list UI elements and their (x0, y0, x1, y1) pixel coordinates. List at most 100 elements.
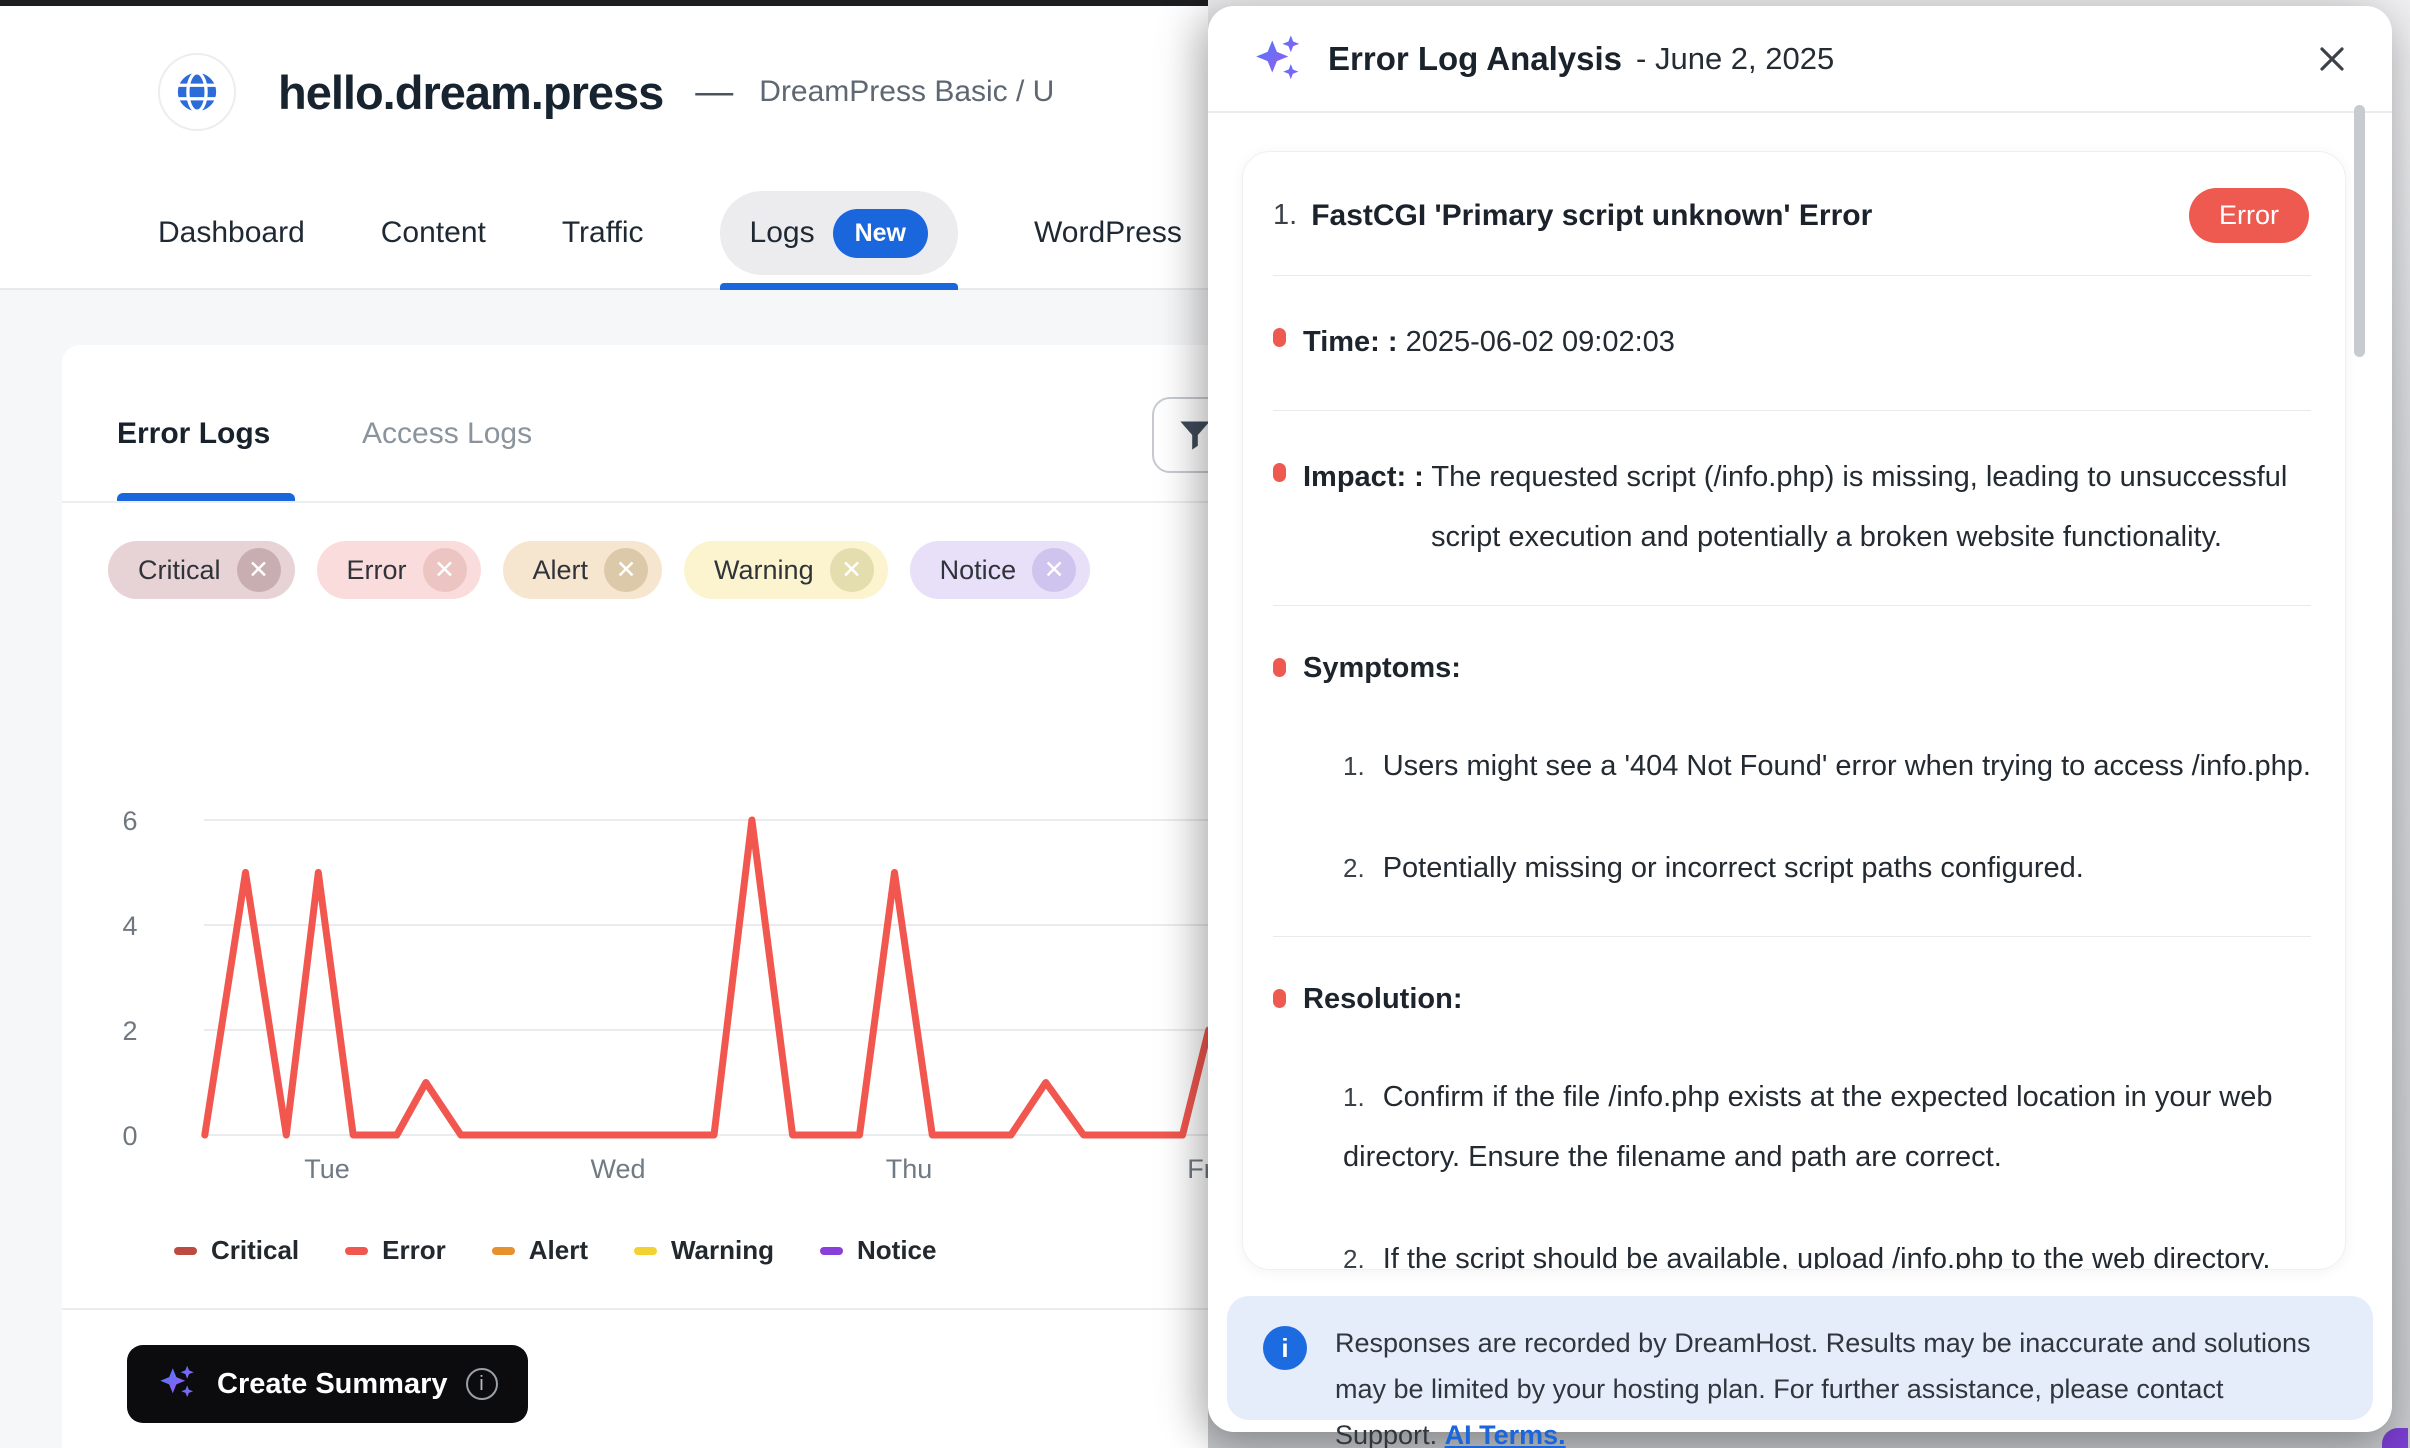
ai-sparkles-icon (160, 1365, 194, 1398)
ai-terms-link[interactable]: AI Terms. (1445, 1420, 1566, 1448)
item-number: 1. (1343, 1082, 1365, 1112)
chip-remove-icon[interactable]: ✕ (236, 548, 281, 592)
bullet-dot (1273, 989, 1286, 1008)
analysis-section: Impact: : The requested script (/info.ph… (1273, 447, 2321, 567)
error-analysis-drawer: Error Log Analysis - June 2, 2025 1. Fas… (1208, 6, 2392, 1448)
logs-card: Error Logs Access Logs Critical ✕ Error ✕ Al… (62, 345, 1312, 1448)
chart-legend: Critical Error Alert Warning Notice (174, 1235, 936, 1266)
active-tab-pill[interactable]: Logs New (719, 191, 958, 275)
legend-label: Notice (857, 1235, 937, 1265)
legend-label: Error (382, 1235, 446, 1265)
nav-tab-traffic[interactable]: Traffic (562, 178, 644, 288)
section-text: Time: : 2025-06-02 09:02:03 (1303, 326, 1675, 358)
section-label: Resolution: (1303, 983, 1463, 1015)
app-window: hello.dream.press — DreamPress Basic / U… (0, 0, 2410, 1448)
site-avatar (158, 53, 236, 131)
divider (1273, 605, 2311, 606)
item-text: If the script should be available, uploa… (1382, 1243, 2271, 1270)
globe-icon (177, 71, 217, 113)
item-text: Potentially missing or incorrect script … (1382, 852, 2084, 884)
item-number: 1. (1343, 751, 1365, 781)
legend-item-critical: Critical (174, 1235, 299, 1266)
legend-label: Warning (670, 1235, 775, 1265)
tab-error-logs[interactable]: Error Logs (117, 417, 270, 451)
nav-tab-logs[interactable]: Logs New (719, 178, 959, 290)
legend-item-warning: Warning (633, 1235, 775, 1266)
filter-chip-critical[interactable]: Critical ✕ (108, 541, 295, 599)
y-tick-label: 6 (122, 806, 137, 836)
disclaimer-banner: i Responses are recorded by DreamHost. R… (1227, 1296, 2373, 1448)
divider (1273, 275, 2311, 276)
legend-label: Critical (211, 1235, 300, 1265)
item-number: 1. (1273, 199, 1298, 231)
drawer-subtitle: - June 2, 2025 (1636, 40, 1835, 76)
legend-swatch (633, 1246, 657, 1255)
y-tick-label: 2 (122, 1016, 137, 1046)
nav-tab-wordpress[interactable]: WordPress (1034, 178, 1182, 288)
bullet-dot (1273, 328, 1286, 347)
info-icon[interactable]: i (465, 1368, 498, 1400)
ai-sparkles-icon (1256, 34, 1300, 79)
info-icon: i (1263, 1326, 1307, 1370)
analysis-section: Time: : 2025-06-02 09:02:03 (1273, 312, 2321, 372)
legend-item-alert: Alert (491, 1235, 588, 1266)
nav-tab-dashboard[interactable]: Dashboard (158, 178, 305, 288)
divider (62, 501, 1312, 503)
page-title: hello.dream.press (278, 65, 664, 119)
chip-remove-icon[interactable]: ✕ (422, 548, 467, 592)
chip-label: Warning (714, 554, 814, 585)
section-label: Symptoms: (1303, 652, 1461, 684)
chip-label: Error (346, 554, 407, 585)
close-icon (2320, 46, 2344, 71)
chip-label: Critical (138, 554, 221, 585)
legend-label: Alert (528, 1235, 588, 1265)
severity-filter-chips: Critical ✕ Error ✕ Alert ✕ Warning ✕ Notice ✕ (108, 541, 1091, 599)
legend-swatch (820, 1246, 844, 1255)
divider (1273, 936, 2311, 937)
analysis-section: Resolution: 1. Confirm if the file /info.p… (1273, 973, 2321, 1270)
breadcrumb: DreamPress Basic / U (759, 75, 1055, 108)
series-line-error (201, 816, 1213, 1139)
divider (1273, 410, 2311, 411)
analysis-title-row: 1. FastCGI 'Primary script unknown' Erro… (1273, 188, 2321, 243)
x-tick-label: Tue (304, 1154, 350, 1184)
tab-access-logs[interactable]: Access Logs (362, 417, 532, 451)
drawer-header: Error Log Analysis - June 2, 2025 (1208, 6, 2392, 113)
item-text: Confirm if the file /info.php exists at … (1343, 1081, 2273, 1173)
filter-chip-alert[interactable]: Alert ✕ (502, 541, 663, 599)
numbered-item: 2. Potentially missing or incorrect scrip… (1343, 838, 2321, 898)
chip-remove-icon[interactable]: ✕ (829, 548, 874, 592)
numbered-item: 2. If the script should be available, upl… (1343, 1229, 2321, 1270)
analysis-card: 1. FastCGI 'Primary script unknown' Erro… (1242, 151, 2346, 1270)
y-tick-label: 0 (122, 1121, 137, 1151)
chip-label: Alert (532, 554, 589, 585)
drawer-title: Error Log Analysis (1328, 39, 1623, 77)
severity-badge: Error (2189, 188, 2309, 243)
item-number: 2. (1343, 853, 1365, 883)
title-separator: — (695, 70, 734, 113)
filter-chip-warning[interactable]: Warning ✕ (684, 541, 888, 599)
x-tick-label: Wed (590, 1154, 645, 1184)
chat-button-corner (2382, 1428, 2408, 1448)
create-summary-button[interactable]: Create Summary i (127, 1345, 528, 1423)
error-frequency-chart: 0246Tue Wed Thu Fr (122, 806, 1298, 1184)
legend-item-error: Error (345, 1235, 446, 1266)
item-number: 2. (1343, 1244, 1365, 1270)
chip-remove-icon[interactable]: ✕ (1032, 548, 1077, 592)
chip-remove-icon[interactable]: ✕ (604, 548, 649, 592)
filter-chip-notice[interactable]: Notice ✕ (909, 541, 1091, 599)
item-text: Users might see a '404 Not Found' error … (1382, 750, 2311, 782)
filter-chip-error[interactable]: Error ✕ (316, 541, 481, 599)
x-tick-label: Thu (886, 1154, 933, 1184)
close-button[interactable] (2316, 43, 2348, 75)
legend-swatch (174, 1246, 197, 1255)
legend-swatch (345, 1246, 369, 1255)
analysis-section: Symptoms: 1. Users might see a '404 Not Fo… (1273, 642, 2321, 898)
new-badge: New (832, 208, 928, 258)
scrollbar-thumb[interactable] (2354, 105, 2365, 357)
analysis-sections: Time: : 2025-06-02 09:02:03 Impact: : The… (1273, 312, 2321, 1270)
nav-tab-content[interactable]: Content (381, 178, 486, 288)
numbered-item: 1. Users might see a '404 Not Found' erro… (1343, 736, 2321, 796)
section-text: Impact: : The requested script (/info.ph… (1303, 461, 2288, 553)
y-tick-label: 4 (122, 911, 137, 941)
